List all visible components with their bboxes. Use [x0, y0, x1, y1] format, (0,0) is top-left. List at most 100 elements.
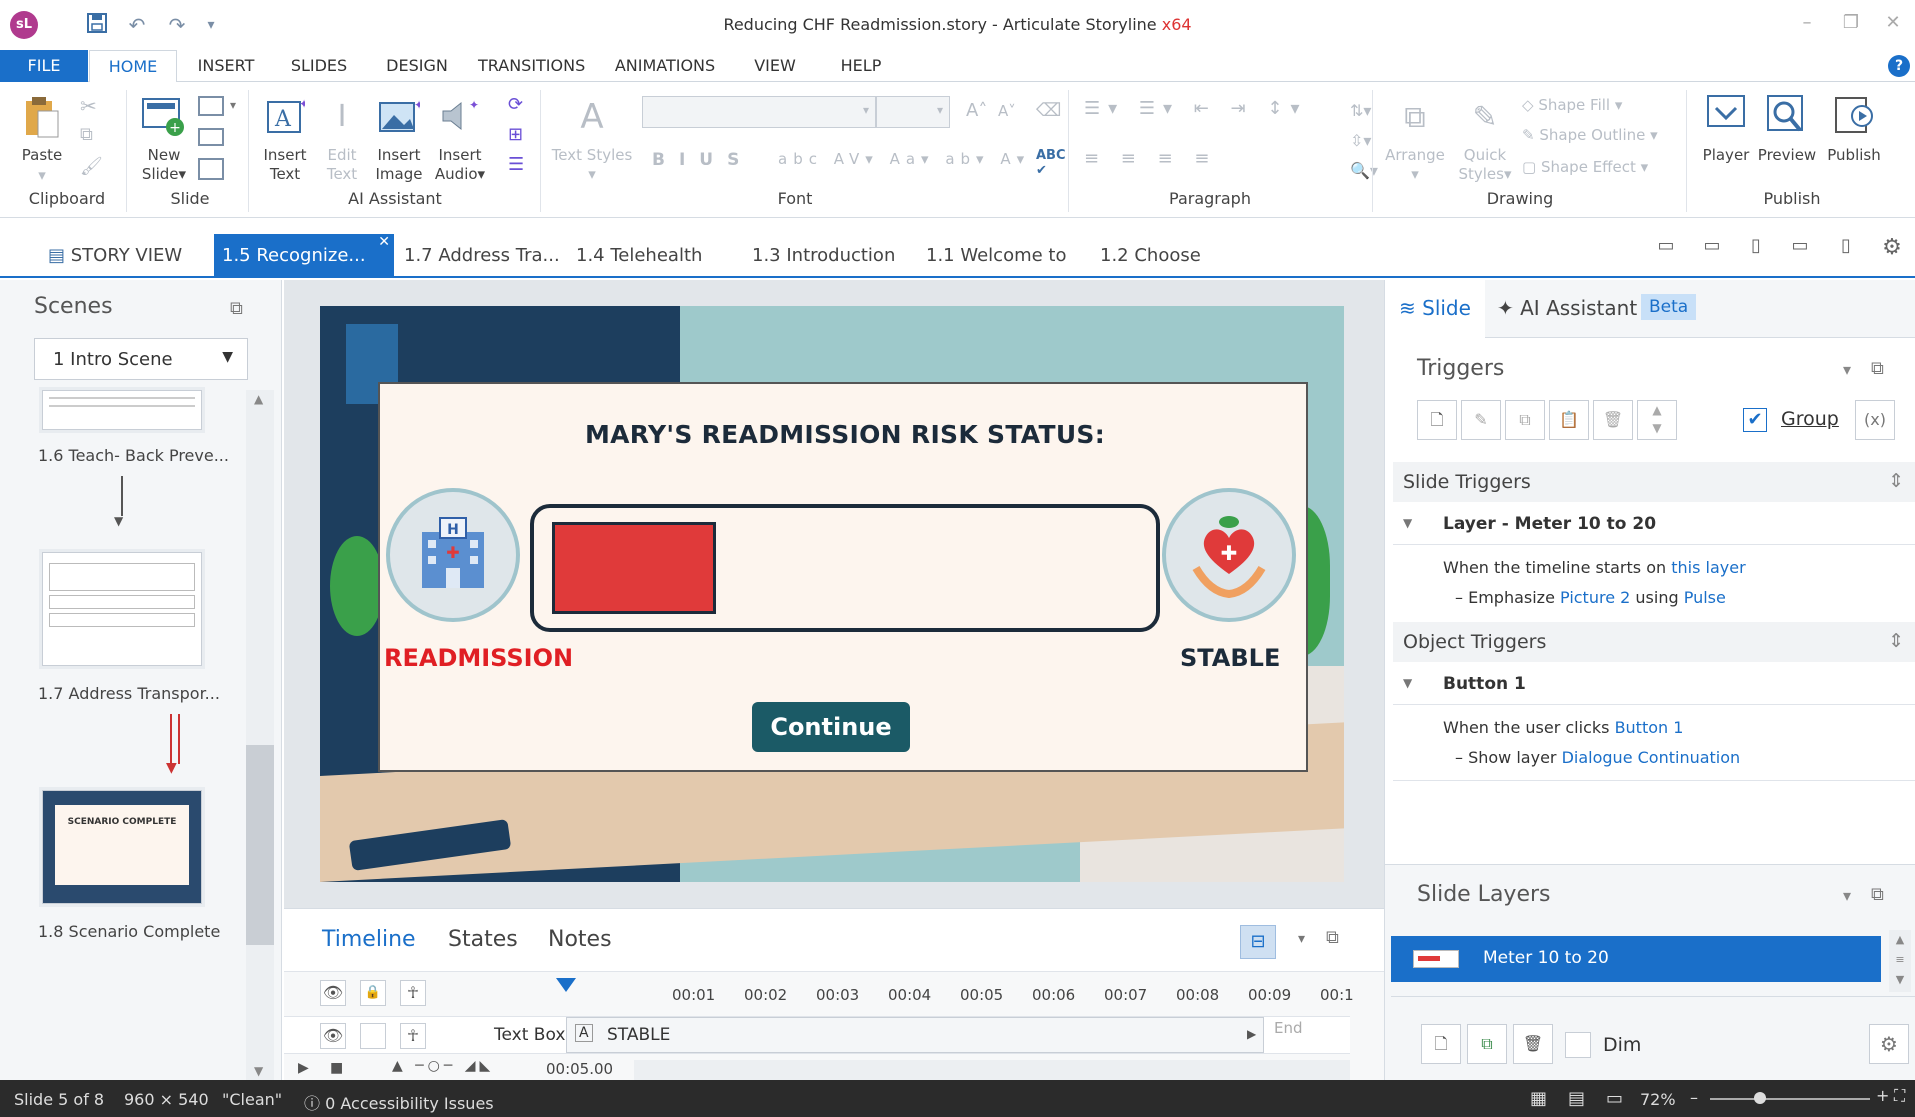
- spellcheck-icon[interactable]: ABC ✔: [1036, 148, 1066, 178]
- visibility-eye-icon[interactable]: 👁: [320, 1023, 346, 1049]
- timeline-bar[interactable]: A STABLE ▶: [566, 1017, 1264, 1053]
- show-all-eye-icon[interactable]: 👁: [320, 980, 346, 1006]
- pop-out-icon[interactable]: ⧉: [230, 298, 243, 319]
- grow-font-icon[interactable]: A˄: [966, 100, 987, 121]
- layer-row-selected[interactable]: Meter 10 to 20: [1391, 936, 1881, 982]
- minimize-icon[interactable]: –: [1792, 12, 1822, 38]
- font-format-icons[interactable]: BIUS: [652, 150, 753, 170]
- tab-slide[interactable]: ≋ Slide: [1385, 280, 1485, 338]
- preview-icon[interactable]: [1764, 92, 1808, 140]
- insert-audio-button[interactable]: Insert Audio▾: [430, 146, 490, 184]
- player-icon[interactable]: [1704, 92, 1748, 140]
- slide-tab[interactable]: 1.4 Telehealth: [568, 234, 738, 278]
- tab-insert[interactable]: INSERT: [195, 50, 257, 82]
- preview-button[interactable]: Preview: [1756, 146, 1818, 165]
- tab-transitions[interactable]: TRANSITIONS: [478, 50, 585, 82]
- new-layer-icon[interactable]: 🗋: [1421, 1024, 1461, 1064]
- copy-icon[interactable]: ⧉: [80, 124, 93, 145]
- tablet-portrait-icon[interactable]: ▯: [1742, 235, 1770, 257]
- accessibility-icon[interactable]: ☥: [400, 980, 426, 1006]
- player-button[interactable]: Player: [1696, 146, 1756, 165]
- shrink-font-icon[interactable]: A˅: [998, 102, 1016, 120]
- new-slide-button[interactable]: New Slide▾: [136, 146, 192, 184]
- scene-thumbnail[interactable]: [42, 552, 202, 666]
- paste-trigger-icon[interactable]: 📋: [1549, 400, 1589, 440]
- paragraph-align-icons[interactable]: ≡ ≡ ≡ ≡: [1084, 148, 1218, 169]
- pop-out-icon[interactable]: ⧉: [1326, 927, 1339, 948]
- layout-dropdown-icon[interactable]: ▾: [230, 98, 236, 112]
- scene-select[interactable]: 1 Intro Scene ▼: [34, 338, 248, 380]
- arrange-button[interactable]: Arrange ▾: [1380, 146, 1450, 184]
- delete-layer-icon[interactable]: 🗑: [1513, 1024, 1553, 1064]
- timeline-options-icon[interactable]: ▾: [1298, 931, 1305, 947]
- pop-out-icon[interactable]: ⧉: [1871, 884, 1884, 905]
- slide-tab[interactable]: 1.2 Choose your...: [1092, 234, 1262, 310]
- slide-tab[interactable]: 1.1 Welcome to ...: [918, 234, 1088, 310]
- pop-out-icon[interactable]: ⧉: [1871, 358, 1884, 379]
- new-trigger-icon[interactable]: 🗋: [1417, 400, 1457, 440]
- button-trigger-title[interactable]: Button 1: [1443, 674, 1526, 694]
- timeline-hscrollbar[interactable]: [634, 1060, 1350, 1080]
- slide-stage[interactable]: MARY'S READMISSION RISK STATUS: H ✚ ✚ REA…: [320, 306, 1344, 882]
- accessibility-status[interactable]: ⓘ 0 Accessibility Issues: [304, 1090, 494, 1114]
- preview-status-icon[interactable]: ▭: [1606, 1088, 1623, 1109]
- story-view-tab[interactable]: ▤ STORY VIEW: [40, 234, 210, 278]
- font-family-select[interactable]: ▾: [642, 96, 876, 128]
- expand-triangle-icon[interactable]: ▼: [1403, 516, 1412, 530]
- tab-timeline[interactable]: Timeline: [322, 927, 416, 952]
- format-painter-icon[interactable]: 🖌: [80, 156, 103, 177]
- shape-fill-button[interactable]: ◇ Shape Fill ▾: [1522, 96, 1622, 115]
- tablet-landscape-icon[interactable]: ▭: [1698, 235, 1726, 257]
- dim-checkbox[interactable]: [1565, 1032, 1591, 1058]
- clear-formatting-icon[interactable]: ⌫: [1036, 100, 1061, 121]
- playhead-icon[interactable]: [556, 978, 576, 992]
- help-icon[interactable]: ?: [1888, 55, 1910, 77]
- text-styles-icon[interactable]: A: [566, 94, 618, 140]
- insert-image-icon[interactable]: ✦: [376, 94, 422, 138]
- zoom-out-icon[interactable]: –: [1690, 1088, 1698, 1107]
- scene-thumbnail[interactable]: SCENARIO COMPLETE: [42, 790, 202, 904]
- timeline-align-icon[interactable]: ⊟: [1240, 925, 1276, 959]
- laptop-view-icon[interactable]: ▭: [1652, 235, 1680, 257]
- stop-icon[interactable]: ■: [330, 1060, 343, 1076]
- text-direction-icons[interactable]: ⇅▾ ⇳▾ 🔍▾: [1350, 96, 1378, 186]
- paragraph-list-icons[interactable]: ☰▾ ☰▾ ⇤ ⇥ ↕▾: [1084, 98, 1308, 119]
- slide-tab[interactable]: 1.7 Address Tra...: [396, 234, 566, 278]
- insert-text-icon[interactable]: A ✦: [262, 94, 308, 138]
- font-effects-icons[interactable]: abc AV▾ Aa▾ ab▾ A▾: [778, 150, 1030, 168]
- font-size-select[interactable]: ▾: [876, 96, 950, 128]
- shape-effect-button[interactable]: ▢ Shape Effect ▾: [1522, 158, 1648, 177]
- duplicate-layer-icon[interactable]: ⧉: [1467, 1024, 1507, 1064]
- lock-all-icon[interactable]: 🔒: [360, 980, 386, 1006]
- edit-trigger-icon[interactable]: ✎: [1461, 400, 1501, 440]
- quick-styles-button[interactable]: Quick Styles▾: [1452, 146, 1518, 184]
- collapse-icon[interactable]: ▾: [1843, 886, 1851, 905]
- delete-trigger-icon[interactable]: 🗑: [1593, 400, 1633, 440]
- close-tab-icon[interactable]: ✕: [378, 220, 390, 264]
- layer-trigger-title[interactable]: Layer - Meter 10 to 20: [1443, 514, 1656, 534]
- reorder-trigger-icon[interactable]: ▲ ▼: [1637, 400, 1677, 440]
- new-slide-icon[interactable]: +: [140, 94, 186, 138]
- phone-landscape-icon[interactable]: ▭: [1786, 235, 1814, 257]
- shape-outline-button[interactable]: ✎ Shape Outline ▾: [1522, 126, 1658, 145]
- tab-help[interactable]: HELP: [838, 50, 884, 82]
- insert-audio-icon[interactable]: ✦: [436, 94, 482, 138]
- group-checkbox[interactable]: ✔: [1743, 408, 1767, 432]
- tab-ai-assistant[interactable]: ✦ AI Assistant: [1497, 296, 1637, 320]
- quick-styles-icon[interactable]: ✎: [1462, 94, 1508, 140]
- scene-thumbnail[interactable]: [42, 390, 202, 430]
- phone-portrait-icon[interactable]: ▯: [1832, 235, 1860, 257]
- ai-add-icon[interactable]: ⊞: [508, 124, 523, 145]
- collapse-section-icon[interactable]: ⇕: [1888, 470, 1904, 492]
- trigger-line[interactable]: – Emphasize Picture 2 using Pulse: [1455, 588, 1726, 607]
- edit-text-icon[interactable]: I: [320, 94, 364, 138]
- arrange-icon[interactable]: ⧉: [1392, 94, 1438, 140]
- continue-button[interactable]: Continue: [752, 702, 910, 752]
- timeline-zoom-slider[interactable]: ▲ ─○─ ◢◣: [392, 1058, 494, 1074]
- scroll-thumb[interactable]: [246, 745, 274, 945]
- story-view-status-icon[interactable]: ▦: [1530, 1088, 1547, 1109]
- expand-icon[interactable]: ▶: [1247, 1027, 1256, 1041]
- normal-view-status-icon[interactable]: ▤: [1568, 1088, 1585, 1109]
- insert-image-button[interactable]: Insert Image: [370, 146, 428, 184]
- scenes-scrollbar[interactable]: ▲ ▼: [246, 390, 274, 1080]
